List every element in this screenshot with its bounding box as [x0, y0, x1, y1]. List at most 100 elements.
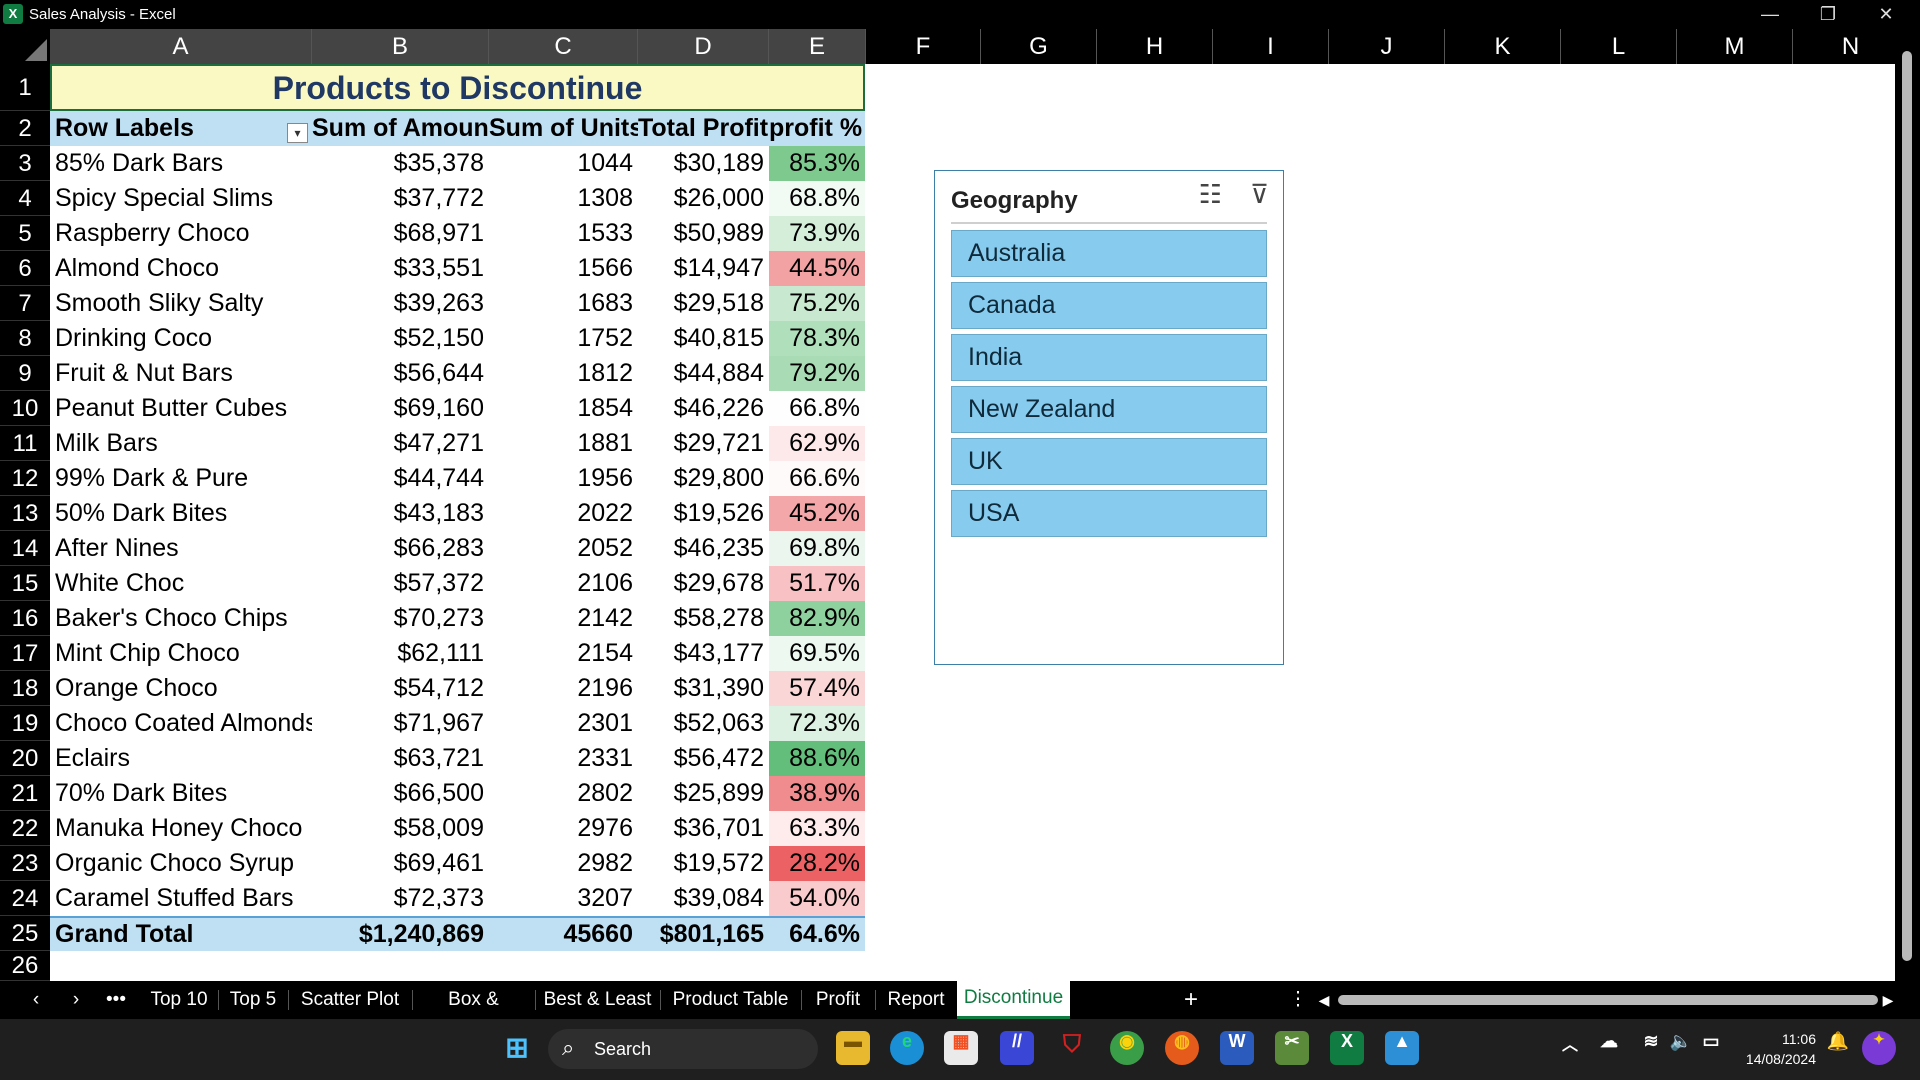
clear-filter-icon[interactable]: ⊽	[1250, 179, 1269, 209]
pivot-cell-units[interactable]: 1533	[489, 216, 638, 251]
pivot-cell-amount[interactable]: $39,263	[312, 286, 489, 321]
vertical-scroll-thumb[interactable]	[1902, 51, 1912, 961]
pivot-cell-pct[interactable]: 78.3%	[769, 321, 865, 356]
pivot-cell-amount[interactable]: $72,373	[312, 881, 489, 916]
pivot-cell-amount[interactable]: $54,712	[312, 671, 489, 706]
row-header-21[interactable]: 21	[0, 776, 50, 811]
pivot-cell-amount[interactable]: $37,772	[312, 181, 489, 216]
pivot-cell-amount[interactable]: $43,183	[312, 496, 489, 531]
geography-slicer[interactable]: Geography ☷ ⊽ Australia Canada India New Zea…	[934, 170, 1284, 665]
pivot-cell-units[interactable]: 1044	[489, 146, 638, 181]
column-header-g[interactable]: G	[981, 29, 1097, 64]
pivot-cell-units[interactable]: 2052	[489, 531, 638, 566]
pivot-cell-pct[interactable]: 68.8%	[769, 181, 865, 216]
multi-select-icon[interactable]: ☷	[1199, 179, 1222, 209]
column-header-f[interactable]: F	[866, 29, 981, 64]
vertical-scrollbar[interactable]	[1895, 29, 1920, 981]
pivot-cell-units[interactable]: 1752	[489, 321, 638, 356]
row-header-2[interactable]: 2	[0, 111, 50, 146]
pivot-cell-amount[interactable]: $35,378	[312, 146, 489, 181]
pivot-cell-pct[interactable]: 66.8%	[769, 391, 865, 426]
sheet-tab-best-least[interactable]: Best & Least	[535, 981, 660, 1019]
file-explorer-icon[interactable]: ▬	[836, 1031, 870, 1065]
column-header-d[interactable]: D	[638, 29, 769, 64]
pivot-cell-profit[interactable]: $25,899	[638, 776, 769, 811]
column-header-k[interactable]: K	[1445, 29, 1561, 64]
pivot-cell-units[interactable]: 2106	[489, 566, 638, 601]
pivot-cell-units[interactable]: 1854	[489, 391, 638, 426]
pivot-cell-units[interactable]: 2142	[489, 601, 638, 636]
pivot-cell-product[interactable]: Peanut Butter Cubes	[50, 391, 312, 426]
spreadsheet-grid[interactable]: ABCDEFGHIJKLMN 1 2 3 4 5 6 7 8 9 10 11 12 13 14 15 16 17…	[0, 29, 1920, 981]
sheet-tab-report[interactable]: Report	[875, 981, 957, 1019]
pivot-cell-profit[interactable]: $30,189	[638, 146, 769, 181]
column-header-e[interactable]: E	[769, 29, 866, 64]
row-header-14[interactable]: 14	[0, 531, 50, 566]
pivot-cell-product[interactable]: Choco Coated Almonds	[50, 706, 312, 741]
pivot-cell-pct[interactable]: 44.5%	[769, 251, 865, 286]
pivot-cell-pct[interactable]: 45.2%	[769, 496, 865, 531]
pivot-cell-product[interactable]: Manuka Honey Choco	[50, 811, 312, 846]
pivot-cell-profit[interactable]: $39,084	[638, 881, 769, 916]
pivot-cell-product[interactable]: Mint Chip Choco	[50, 636, 312, 671]
horizontal-scrollbar[interactable]	[1338, 995, 1878, 1005]
row-header-11[interactable]: 11	[0, 426, 50, 461]
row-header-13[interactable]: 13	[0, 496, 50, 531]
system-clock[interactable]: 11:06 14/08/2024	[1746, 1029, 1816, 1069]
row-header-20[interactable]: 20	[0, 741, 50, 776]
notification-bell-icon[interactable]: 🔔	[1821, 1031, 1855, 1065]
pivot-cell-amount[interactable]: $66,283	[312, 531, 489, 566]
pivot-cell-amount[interactable]: $62,111	[312, 636, 489, 671]
row-header-6[interactable]: 6	[0, 251, 50, 286]
row-header-4[interactable]: 4	[0, 181, 50, 216]
row-header-24[interactable]: 24	[0, 881, 50, 916]
pivot-cell-units[interactable]: 2022	[489, 496, 638, 531]
pivot-cell-pct[interactable]: 88.6%	[769, 741, 865, 776]
word-icon[interactable]: W	[1220, 1031, 1254, 1065]
add-sheet-button[interactable]: +	[1166, 981, 1216, 1019]
pivot-cell-profit[interactable]: $26,000	[638, 181, 769, 216]
pivot-cell-product[interactable]: Smooth Sliky Salty	[50, 286, 312, 321]
pivot-header-2[interactable]: Sum of Units	[489, 111, 638, 146]
next-sheet-arrow-icon[interactable]: ›	[58, 981, 94, 1019]
slicer-item-usa[interactable]: USA	[951, 490, 1267, 537]
search-input[interactable]: Search	[594, 1029, 651, 1069]
row-header-25[interactable]: 25	[0, 916, 50, 951]
show-hidden-icons-chevron-icon[interactable]: ︿	[1553, 1031, 1587, 1065]
pivot-cell-profit[interactable]: $46,235	[638, 531, 769, 566]
scroll-right-arrow-icon[interactable]: ▶	[1876, 981, 1900, 1019]
pivot-cell-profit[interactable]: $31,390	[638, 671, 769, 706]
slicer-item-india[interactable]: India	[951, 334, 1267, 381]
pivot-cell-product[interactable]: Raspberry Choco	[50, 216, 312, 251]
row-header-15[interactable]: 15	[0, 566, 50, 601]
column-header-i[interactable]: I	[1213, 29, 1329, 64]
pivot-cell-units[interactable]: 2976	[489, 811, 638, 846]
pivot-cell-profit[interactable]: $29,721	[638, 426, 769, 461]
slicer-item-australia[interactable]: Australia	[951, 230, 1267, 277]
pivot-cell-amount[interactable]: $33,551	[312, 251, 489, 286]
row-header-5[interactable]: 5	[0, 216, 50, 251]
pivot-cell-profit[interactable]: $44,884	[638, 356, 769, 391]
chrome-icon[interactable]: ◉	[1110, 1031, 1144, 1065]
pivot-cell-units[interactable]: 1881	[489, 426, 638, 461]
pivot-cell-product[interactable]: 99% Dark & Pure	[50, 461, 312, 496]
photos-icon[interactable]: ▲	[1385, 1031, 1419, 1065]
pivot-cell-units[interactable]: 1812	[489, 356, 638, 391]
firefox-icon[interactable]: ◍	[1165, 1031, 1199, 1065]
pivot-header-1[interactable]: Sum of Amount	[312, 111, 489, 146]
excel-taskbar-icon[interactable]: X	[1330, 1031, 1364, 1065]
grand-total-label[interactable]: Grand Total	[50, 918, 312, 951]
pivot-cell-amount[interactable]: $70,273	[312, 601, 489, 636]
pivot-cell-profit[interactable]: $19,526	[638, 496, 769, 531]
column-header-a[interactable]: A	[50, 29, 312, 64]
pivot-cell-amount[interactable]: $58,009	[312, 811, 489, 846]
pivot-cell-product[interactable]: Eclairs	[50, 741, 312, 776]
pivot-cell-units[interactable]: 2802	[489, 776, 638, 811]
more-sheets-button[interactable]: •••	[98, 981, 134, 1019]
sheet-tab-discontinue[interactable]: Discontinue	[957, 981, 1070, 1019]
pivot-cell-pct[interactable]: 69.8%	[769, 531, 865, 566]
pivot-cell-profit[interactable]: $56,472	[638, 741, 769, 776]
row-header-17[interactable]: 17	[0, 636, 50, 671]
microsoft-store-icon[interactable]: ▦	[944, 1031, 978, 1065]
pivot-cell-product[interactable]: Almond Choco	[50, 251, 312, 286]
